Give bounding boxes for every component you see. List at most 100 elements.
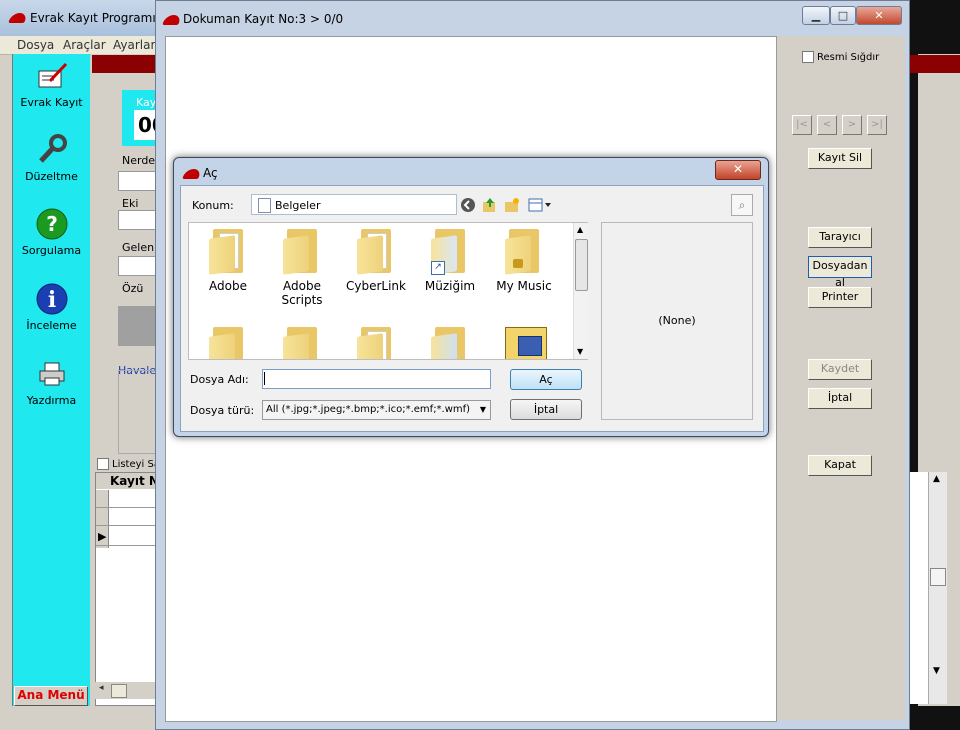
list-item[interactable] (269, 327, 335, 359)
file-name: Adobe Scripts (281, 279, 323, 307)
grid-vscrollbar[interactable]: ▲ ▼ (928, 472, 947, 704)
nav-last-button[interactable]: >| (867, 115, 887, 135)
svg-text:?: ? (46, 212, 58, 236)
document-pen-icon (34, 58, 70, 94)
checkbox-box (802, 51, 814, 63)
document-folder-icon (258, 198, 271, 213)
preview-pane: (None) (601, 222, 753, 420)
minimize-button[interactable]: ▁ (802, 6, 830, 25)
kapat-button[interactable]: Kapat (808, 455, 872, 476)
back-icon[interactable] (459, 196, 477, 214)
close-icon: ✕ (732, 162, 744, 176)
text-caret (264, 372, 265, 385)
scroll-left-icon[interactable]: ◂ (99, 683, 104, 693)
wrench-icon (34, 132, 70, 168)
dosyadan-al-button[interactable]: Dosyadan al (808, 256, 872, 289)
up-folder-icon[interactable] (481, 196, 499, 214)
desktop-edge (918, 706, 960, 730)
list-item[interactable]: Adobe (195, 229, 261, 293)
sidebar-item-duzeltme[interactable]: Düzeltme (13, 132, 90, 183)
iptal-button[interactable]: İptal (808, 388, 872, 409)
view-menu-icon[interactable] (527, 196, 553, 214)
preview-toggle-icon[interactable]: ⌕ (731, 194, 753, 216)
grid-row-indicator: ▶ (96, 490, 109, 548)
file-name: My Music (496, 279, 552, 293)
sidebar-item-sorgulama[interactable]: ? Sorgulama (13, 206, 90, 257)
maximize-icon: □ (837, 9, 849, 22)
file-list-scrollbar[interactable]: ▲ ▼ (573, 223, 588, 359)
sidebar-item-label: Yazdırma (26, 394, 77, 407)
folder-icon (283, 229, 321, 275)
scroll-thumb[interactable] (575, 239, 588, 291)
nav-prev-button[interactable]: < (817, 115, 837, 135)
main-header-bar-right (910, 55, 960, 73)
file-name: Müziğim (424, 279, 476, 293)
dosya-turu-select[interactable]: All (*.jpg;*.jpeg;*.bmp;*.ico;*.emf;*.wm… (262, 400, 491, 420)
maximize-button[interactable]: □ (830, 6, 856, 25)
scroll-thumb[interactable] (111, 684, 127, 698)
close-icon: ✕ (874, 9, 884, 22)
list-item[interactable] (195, 327, 261, 359)
music-folder-icon: ↗ (431, 229, 469, 275)
kayit-no-label: Kay (136, 96, 157, 109)
konum-value: Belgeler (275, 199, 321, 212)
info-icon: i (34, 281, 70, 317)
list-item[interactable] (343, 327, 409, 359)
chevron-down-icon[interactable]: ▼ (476, 400, 490, 420)
list-item[interactable]: CyberLink (343, 229, 409, 293)
sidebar-item-inceleme[interactable]: i İnceleme (13, 281, 90, 332)
app-logo-icon (8, 13, 28, 23)
control-panel-icon (505, 327, 547, 359)
kaydet-button[interactable]: Kaydet (808, 359, 872, 380)
document-window-title: Dokuman Kayıt No:3 > 0/0 (183, 12, 344, 26)
scroll-thumb[interactable] (930, 568, 946, 586)
scroll-down-icon[interactable]: ▼ (577, 347, 583, 356)
main-window-titlebar: Evrak Kayıt Programı De (0, 0, 176, 36)
menu-dosya[interactable]: Dosya (17, 38, 54, 52)
list-item[interactable]: My Music (491, 229, 557, 293)
resmi-sigdir-checkbox[interactable]: Resmi Sığdır (802, 51, 879, 63)
folder-icon (357, 327, 395, 359)
ana-menu-button[interactable]: Ana Menü (14, 686, 88, 706)
current-row-arrow-icon: ▶ (98, 530, 107, 543)
menu-ayarlar[interactable]: Ayarlar (113, 38, 155, 52)
dialog-close-button[interactable]: ✕ (715, 160, 761, 180)
list-item[interactable]: Adobe Scripts (269, 229, 335, 307)
printer-button[interactable]: Printer (808, 287, 872, 308)
field-label-eki: Eki (122, 197, 139, 210)
resmi-sigdir-label: Resmi Sığdır (817, 52, 880, 63)
nav-first-button[interactable]: |< (792, 115, 812, 135)
dosya-turu-label: Dosya türü: (190, 404, 255, 417)
minimize-icon: ▁ (811, 9, 821, 22)
folder-icon (357, 229, 395, 275)
konum-label: Konum: (192, 199, 234, 212)
dialog-iptal-button[interactable]: İptal (510, 399, 582, 420)
file-list[interactable]: Adobe Adobe Scripts CyberLink ↗ Müziğim … (188, 222, 588, 360)
tarayici-button[interactable]: Tarayıcı (808, 227, 872, 248)
locked-folder-icon (505, 229, 543, 275)
sidebar-item-yazdirma[interactable]: Yazdırma (13, 356, 90, 407)
printer-icon (34, 356, 70, 392)
list-item[interactable] (417, 327, 483, 359)
nav-next-button[interactable]: > (842, 115, 862, 135)
sidebar-item-evrak-kayit[interactable]: Evrak Kayıt (13, 58, 90, 109)
dialog-title: Aç (203, 166, 218, 180)
folder-icon (209, 327, 247, 359)
kayit-sil-button[interactable]: Kayıt Sil (808, 148, 872, 169)
close-button[interactable]: ✕ (856, 6, 902, 25)
new-folder-icon[interactable] (503, 196, 521, 214)
field-label-ozu: Özü (122, 282, 144, 295)
sidebar-item-label: Evrak Kayıt (20, 96, 83, 109)
grid-right-area (910, 472, 928, 704)
checkbox-box (97, 458, 109, 470)
dosya-adi-input[interactable] (262, 369, 491, 389)
scroll-up-icon[interactable]: ▲ (933, 474, 940, 484)
scroll-up-icon[interactable]: ▲ (577, 225, 583, 234)
list-item[interactable]: ↗ Müziğim (417, 229, 483, 293)
sidebar-item-label: Sorgulama (21, 244, 82, 257)
main-menubar: Dosya Araçlar Ayarlar (0, 36, 175, 55)
ac-button[interactable]: Aç (510, 369, 582, 390)
menu-araclar[interactable]: Araçlar (63, 38, 106, 52)
scroll-down-icon[interactable]: ▼ (933, 666, 940, 676)
folder-icon (209, 229, 247, 275)
